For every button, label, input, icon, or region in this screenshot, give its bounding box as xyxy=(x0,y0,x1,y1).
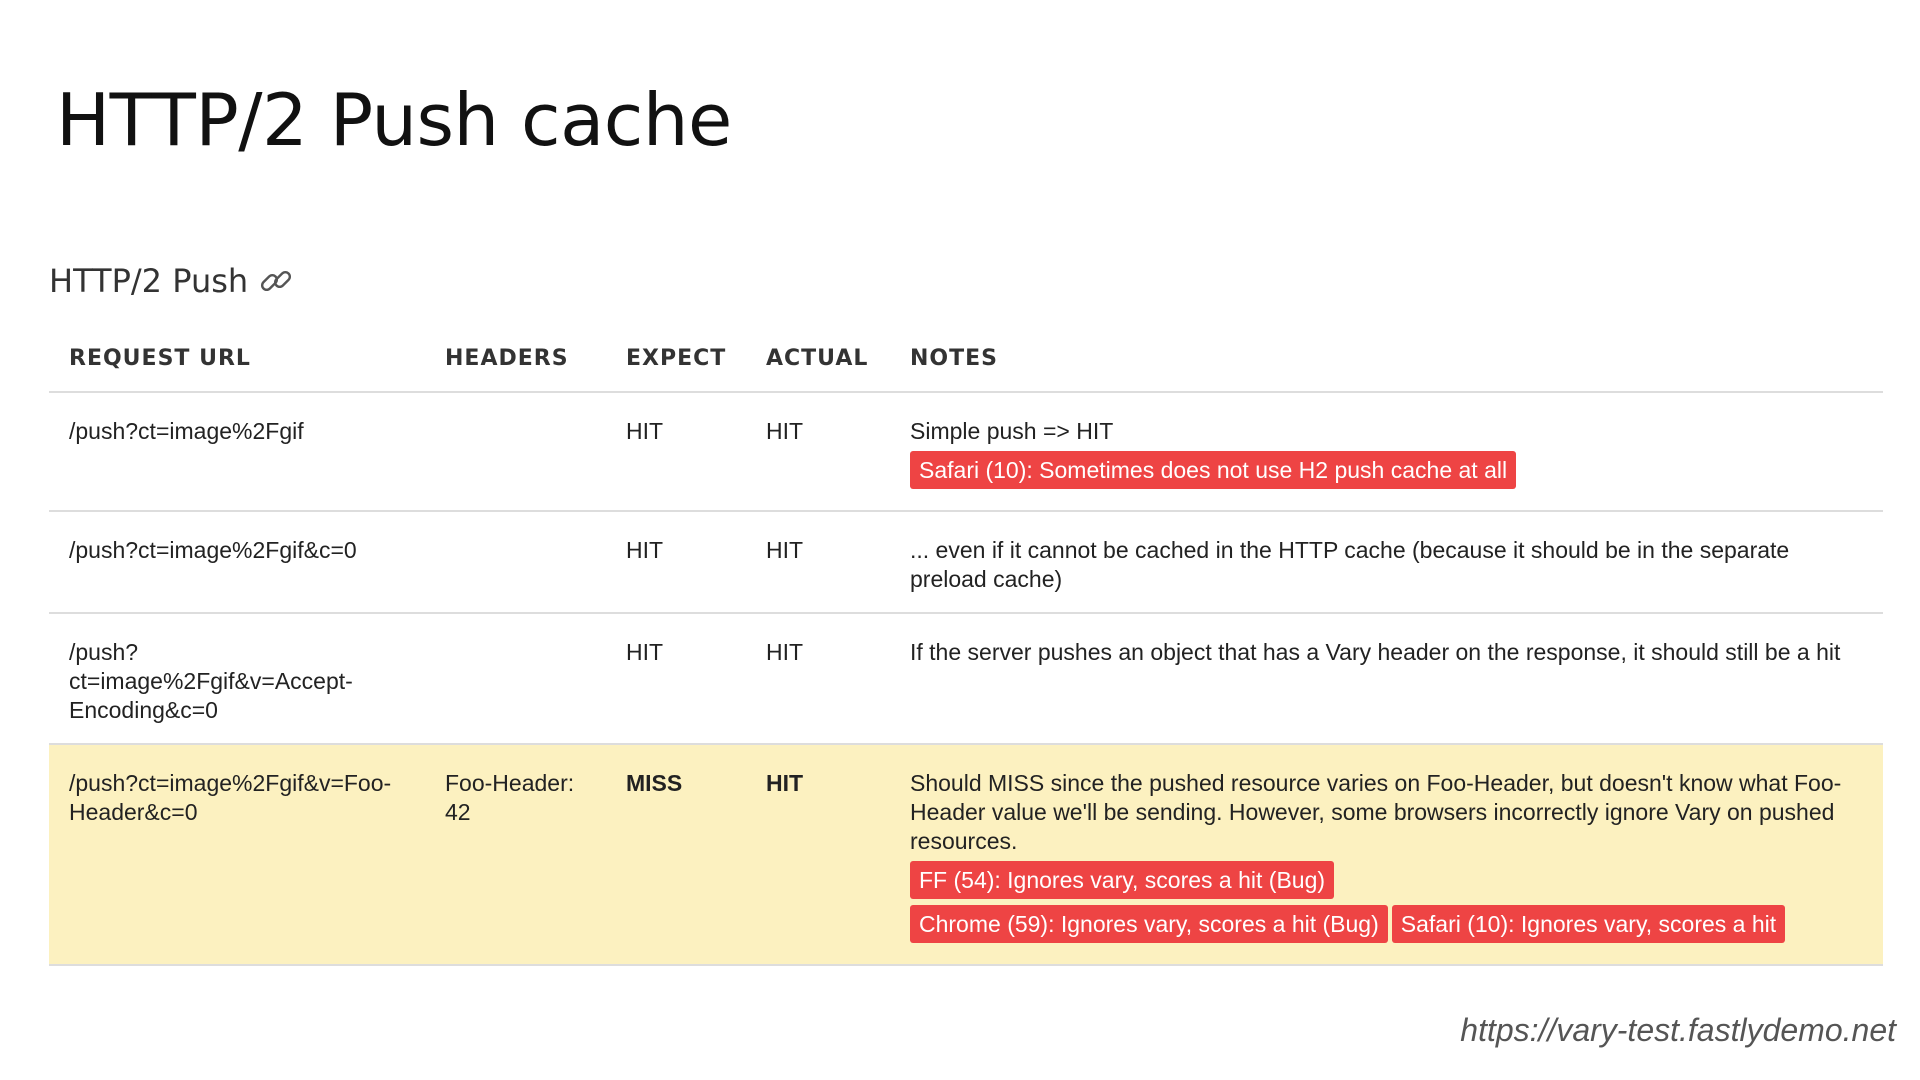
notes-cell: Should MISS since the pushed resource va… xyxy=(890,744,1883,966)
browser-bug-badge: Safari (10): Sometimes does not use H2 p… xyxy=(910,451,1517,489)
actual-cell: HIT xyxy=(746,613,890,745)
slide-title: HTTP/2 Push cache xyxy=(56,78,732,162)
notes-cell: ... even if it cannot be cached in the H… xyxy=(890,511,1883,614)
note-text: If the server pushes an object that has … xyxy=(910,639,1841,665)
note-text: Simple push => HIT xyxy=(910,418,1114,444)
browser-bug-badge: Chrome (59): Ignores vary, scores a hit … xyxy=(910,905,1388,943)
section-heading-text: HTTP/2 Push xyxy=(49,262,249,300)
results-table: REQUEST URL HEADERS EXPECT ACTUAL NOTES … xyxy=(49,332,1883,966)
browser-bug-badge: Safari (10): Ignores vary, scores a hit xyxy=(1391,905,1786,943)
notes-cell: If the server pushes an object that has … xyxy=(890,613,1883,745)
badge-group: FF (54): Ignores vary, scores a hit (Bug… xyxy=(910,858,1863,946)
expect-cell: HIT xyxy=(606,613,746,745)
request-url-cell: /push?ct=image%2Fgif&v=Accept-Encoding&c… xyxy=(49,613,425,745)
column-header-headers: HEADERS xyxy=(425,332,606,393)
column-header-notes: NOTES xyxy=(890,332,1883,393)
table-row: /push?ct=image%2Fgif HIT HIT Simple push… xyxy=(49,392,1883,512)
actual-cell: HIT xyxy=(746,744,890,966)
section-heading: HTTP/2 Push xyxy=(49,262,294,300)
request-url-cell: /push?ct=image%2Fgif&v=Foo-Header&c=0 xyxy=(49,744,425,966)
headers-cell xyxy=(425,511,606,614)
expect-cell: HIT xyxy=(606,511,746,614)
expect-cell: HIT xyxy=(606,392,746,512)
column-header-actual: ACTUAL xyxy=(746,332,890,393)
headers-cell: Foo-Header: 42 xyxy=(425,744,606,966)
request-url-cell: /push?ct=image%2Fgif xyxy=(49,392,425,512)
table-row: /push?ct=image%2Fgif&v=Accept-Encoding&c… xyxy=(49,613,1883,745)
column-header-expect: EXPECT xyxy=(606,332,746,393)
note-text: Should MISS since the pushed resource va… xyxy=(910,770,1842,854)
badge-group: Safari (10): Sometimes does not use H2 p… xyxy=(910,448,1863,492)
table-row-highlighted: /push?ct=image%2Fgif&v=Foo-Header&c=0 Fo… xyxy=(49,744,1883,966)
actual-cell: HIT xyxy=(746,511,890,614)
expect-cell: MISS xyxy=(606,744,746,966)
table-header-row: REQUEST URL HEADERS EXPECT ACTUAL NOTES xyxy=(49,332,1883,393)
footer-url-link[interactable]: https://vary-test.fastlydemo.net xyxy=(1460,1012,1896,1049)
table-row: /push?ct=image%2Fgif&c=0 HIT HIT ... eve… xyxy=(49,511,1883,614)
headers-cell xyxy=(425,613,606,745)
request-url-cell: /push?ct=image%2Fgif&c=0 xyxy=(49,511,425,614)
browser-bug-badge: FF (54): Ignores vary, scores a hit (Bug… xyxy=(910,861,1335,899)
note-text: ... even if it cannot be cached in the H… xyxy=(910,537,1790,592)
actual-cell: HIT xyxy=(746,392,890,512)
column-header-request-url: REQUEST URL xyxy=(49,332,425,393)
notes-cell: Simple push => HIT Safari (10): Sometime… xyxy=(890,392,1883,512)
headers-cell xyxy=(425,392,606,512)
link-icon[interactable] xyxy=(258,263,294,299)
